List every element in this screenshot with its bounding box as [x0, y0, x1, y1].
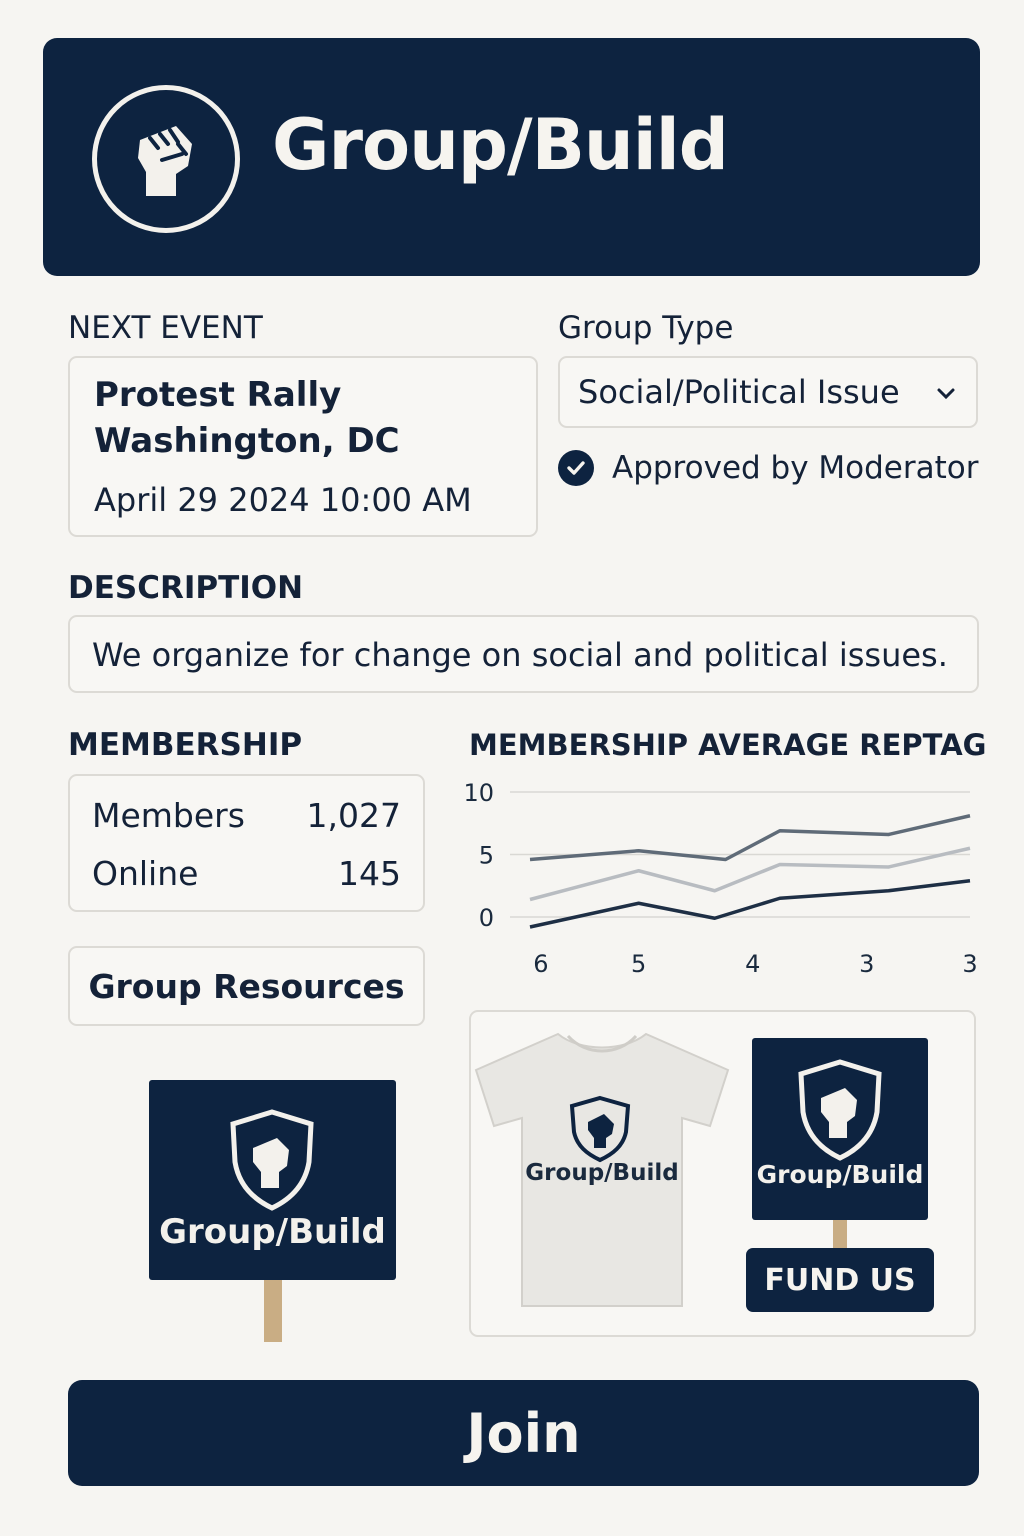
small-sign-text: Group/Build	[756, 1160, 924, 1189]
small-sign-image: Group/Build	[752, 1038, 928, 1220]
group-type-label: Group Type	[558, 310, 734, 346]
check-circle-icon	[558, 450, 594, 486]
join-button[interactable]: Join	[68, 1380, 979, 1486]
sign-stick	[264, 1280, 282, 1342]
chart-ytick-label: 0	[479, 904, 494, 932]
fund-us-button[interactable]: FUND US	[746, 1248, 934, 1312]
membership-line-chart: 0 5 10 6 5 4 3 3	[463, 779, 977, 978]
sign-text: Group/Build	[159, 1212, 386, 1252]
next-event-label: NEXT EVENT	[68, 310, 263, 346]
chart-xtick-label: 3	[962, 950, 977, 978]
chart-ytick-label: 5	[479, 842, 494, 870]
approved-status: Approved by Moderator	[558, 450, 979, 486]
protest-sign-image: Group/Build	[149, 1080, 396, 1280]
shield-fist-icon	[798, 1059, 882, 1161]
chart-ytick-label: 10	[463, 779, 494, 807]
membership-label: MEMBERSHIP	[68, 727, 303, 763]
members-label: Members	[92, 796, 245, 835]
description-label: DESCRIPTION	[68, 570, 304, 606]
chart-xtick-label: 4	[745, 950, 760, 978]
online-row: Online 145	[92, 854, 401, 893]
chart-xtick-label: 6	[533, 950, 548, 978]
online-count: 145	[338, 854, 401, 893]
app-title: Group/Build	[272, 104, 729, 186]
membership-card: Members 1,027 Online 145	[68, 774, 425, 912]
event-card[interactable]: Protest Rally Washington, DC April 29 20…	[68, 356, 538, 537]
small-sign-stick	[833, 1220, 847, 1248]
online-label: Online	[92, 854, 199, 893]
members-row: Members 1,027	[92, 796, 401, 835]
group-resources-button[interactable]: Group Resources	[68, 946, 425, 1026]
chart-xtick-label: 5	[631, 950, 646, 978]
description-box: We organize for change on social and pol…	[68, 615, 979, 693]
event-location: Washington, DC	[94, 421, 400, 461]
raised-fist-icon	[92, 85, 240, 233]
description-text: We organize for change on social and pol…	[92, 636, 948, 674]
chart-series-line	[529, 814, 971, 862]
event-title: Protest Rally	[94, 375, 342, 415]
chart-title: MEMBERSHIP AVERAGE REPTAG	[469, 728, 987, 762]
members-count: 1,027	[306, 796, 401, 835]
tshirt-text: Group/Build	[525, 1160, 679, 1186]
group-type-select[interactable]: Social/Political Issue	[558, 356, 978, 428]
shield-fist-icon	[230, 1109, 314, 1211]
event-datetime: April 29 2024 10:00 AM	[94, 481, 472, 519]
chevron-down-icon	[937, 388, 955, 400]
chart-xtick-label: 3	[859, 950, 874, 978]
group-type-value: Social/Political Issue	[578, 373, 900, 411]
approved-text: Approved by Moderator	[612, 450, 979, 486]
chart-series-line	[529, 879, 971, 929]
